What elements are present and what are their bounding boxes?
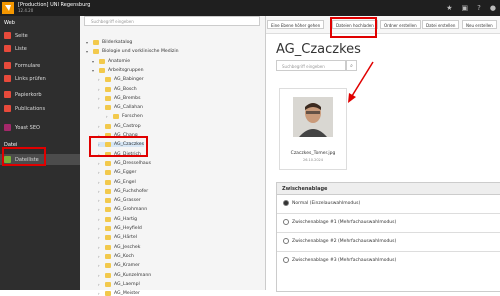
- tree-item[interactable]: › AG_Meister: [98, 291, 140, 296]
- chevron-icon[interactable]: ›: [98, 291, 102, 296]
- arrow-line: [351, 61, 374, 97]
- arrow-head: [348, 93, 356, 103]
- tree-item-label: AG_Meister: [114, 291, 140, 296]
- annotation-arrows: [348, 61, 374, 103]
- folder-icon: [105, 291, 111, 296]
